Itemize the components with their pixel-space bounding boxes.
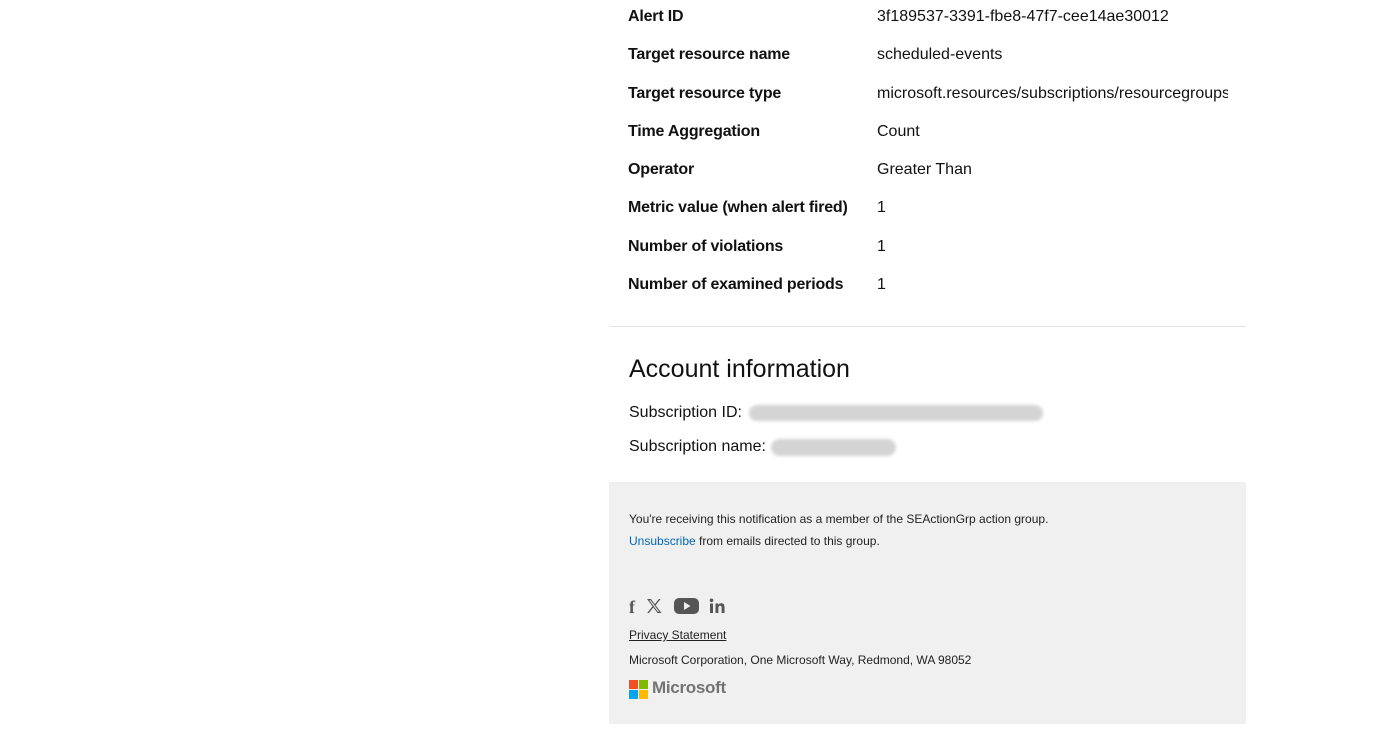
detail-row-target-resource-type: Target resource type microsoft.resources… <box>628 82 1228 106</box>
subscription-id-label: Subscription ID: <box>629 404 742 421</box>
detail-row-number-of-examined-periods: Number of examined periods 1 <box>628 273 1228 297</box>
detail-row-time-aggregation: Time Aggregation Count <box>628 120 1228 144</box>
detail-key: Alert ID <box>628 8 684 25</box>
detail-key: Metric value (when alert fired) <box>628 199 848 216</box>
microsoft-wordmark: Microsoft <box>652 678 726 697</box>
unsubscribe-text: from emails directed to this group. <box>695 534 880 548</box>
detail-key: Number of examined periods <box>628 276 844 293</box>
account-information-heading: Account information <box>629 355 850 383</box>
detail-row-alert-id: Alert ID 3f189537-3391-fbe8-47f7-cee14ae… <box>628 5 1228 29</box>
membership-notice: You're receiving this notification as a … <box>629 512 1049 526</box>
detail-value: scheduled-events <box>877 46 1003 63</box>
detail-key: Target resource name <box>628 46 790 63</box>
alert-email-card: Alert ID 3f189537-3391-fbe8-47f7-cee14ae… <box>609 0 1246 724</box>
section-divider <box>609 326 1246 327</box>
facebook-icon[interactable]: f <box>629 597 639 617</box>
detail-value: 1 <box>877 238 886 255</box>
detail-value: Greater Than <box>877 161 972 178</box>
privacy-statement-link[interactable]: Privacy Statement <box>629 626 726 644</box>
redacted-subscription-id <box>749 405 1043 421</box>
detail-key: Target resource type <box>628 85 782 102</box>
subscription-name-row: Subscription name: <box>629 436 766 458</box>
detail-value: 1 <box>877 199 886 216</box>
unsubscribe-link[interactable]: Unsubscribe <box>629 534 696 548</box>
corporate-address: Microsoft Corporation, One Microsoft Way… <box>629 653 972 667</box>
youtube-icon[interactable] <box>673 597 700 617</box>
detail-key: Operator <box>628 161 694 178</box>
unsubscribe-line: Unsubscribe from emails directed to this… <box>629 532 880 550</box>
x-icon[interactable] <box>645 597 665 617</box>
detail-key: Time Aggregation <box>628 123 760 140</box>
subscription-id-row: Subscription ID: <box>629 402 742 424</box>
detail-row-metric-value: Metric value (when alert fired) 1 <box>628 196 1228 220</box>
detail-key: Number of violations <box>628 238 784 255</box>
microsoft-logo-icon <box>629 680 649 700</box>
detail-value: 1 <box>877 276 886 293</box>
detail-value: microsoft.resources/subscriptions/resour… <box>877 85 1228 102</box>
detail-row-number-of-violations: Number of violations 1 <box>628 235 1228 259</box>
linkedin-icon[interactable] <box>708 597 728 617</box>
email-footer: You're receiving this notification as a … <box>609 482 1246 724</box>
redacted-subscription-name <box>771 439 896 456</box>
detail-row-target-resource-name: Target resource name scheduled-events <box>628 43 1228 67</box>
detail-value: Count <box>877 123 920 140</box>
detail-value: 3f189537-3391-fbe8-47f7-cee14ae30012 <box>877 8 1169 25</box>
detail-row-operator: Operator Greater Than <box>628 158 1228 182</box>
subscription-name-label: Subscription name: <box>629 438 766 455</box>
social-links: f <box>629 597 728 617</box>
